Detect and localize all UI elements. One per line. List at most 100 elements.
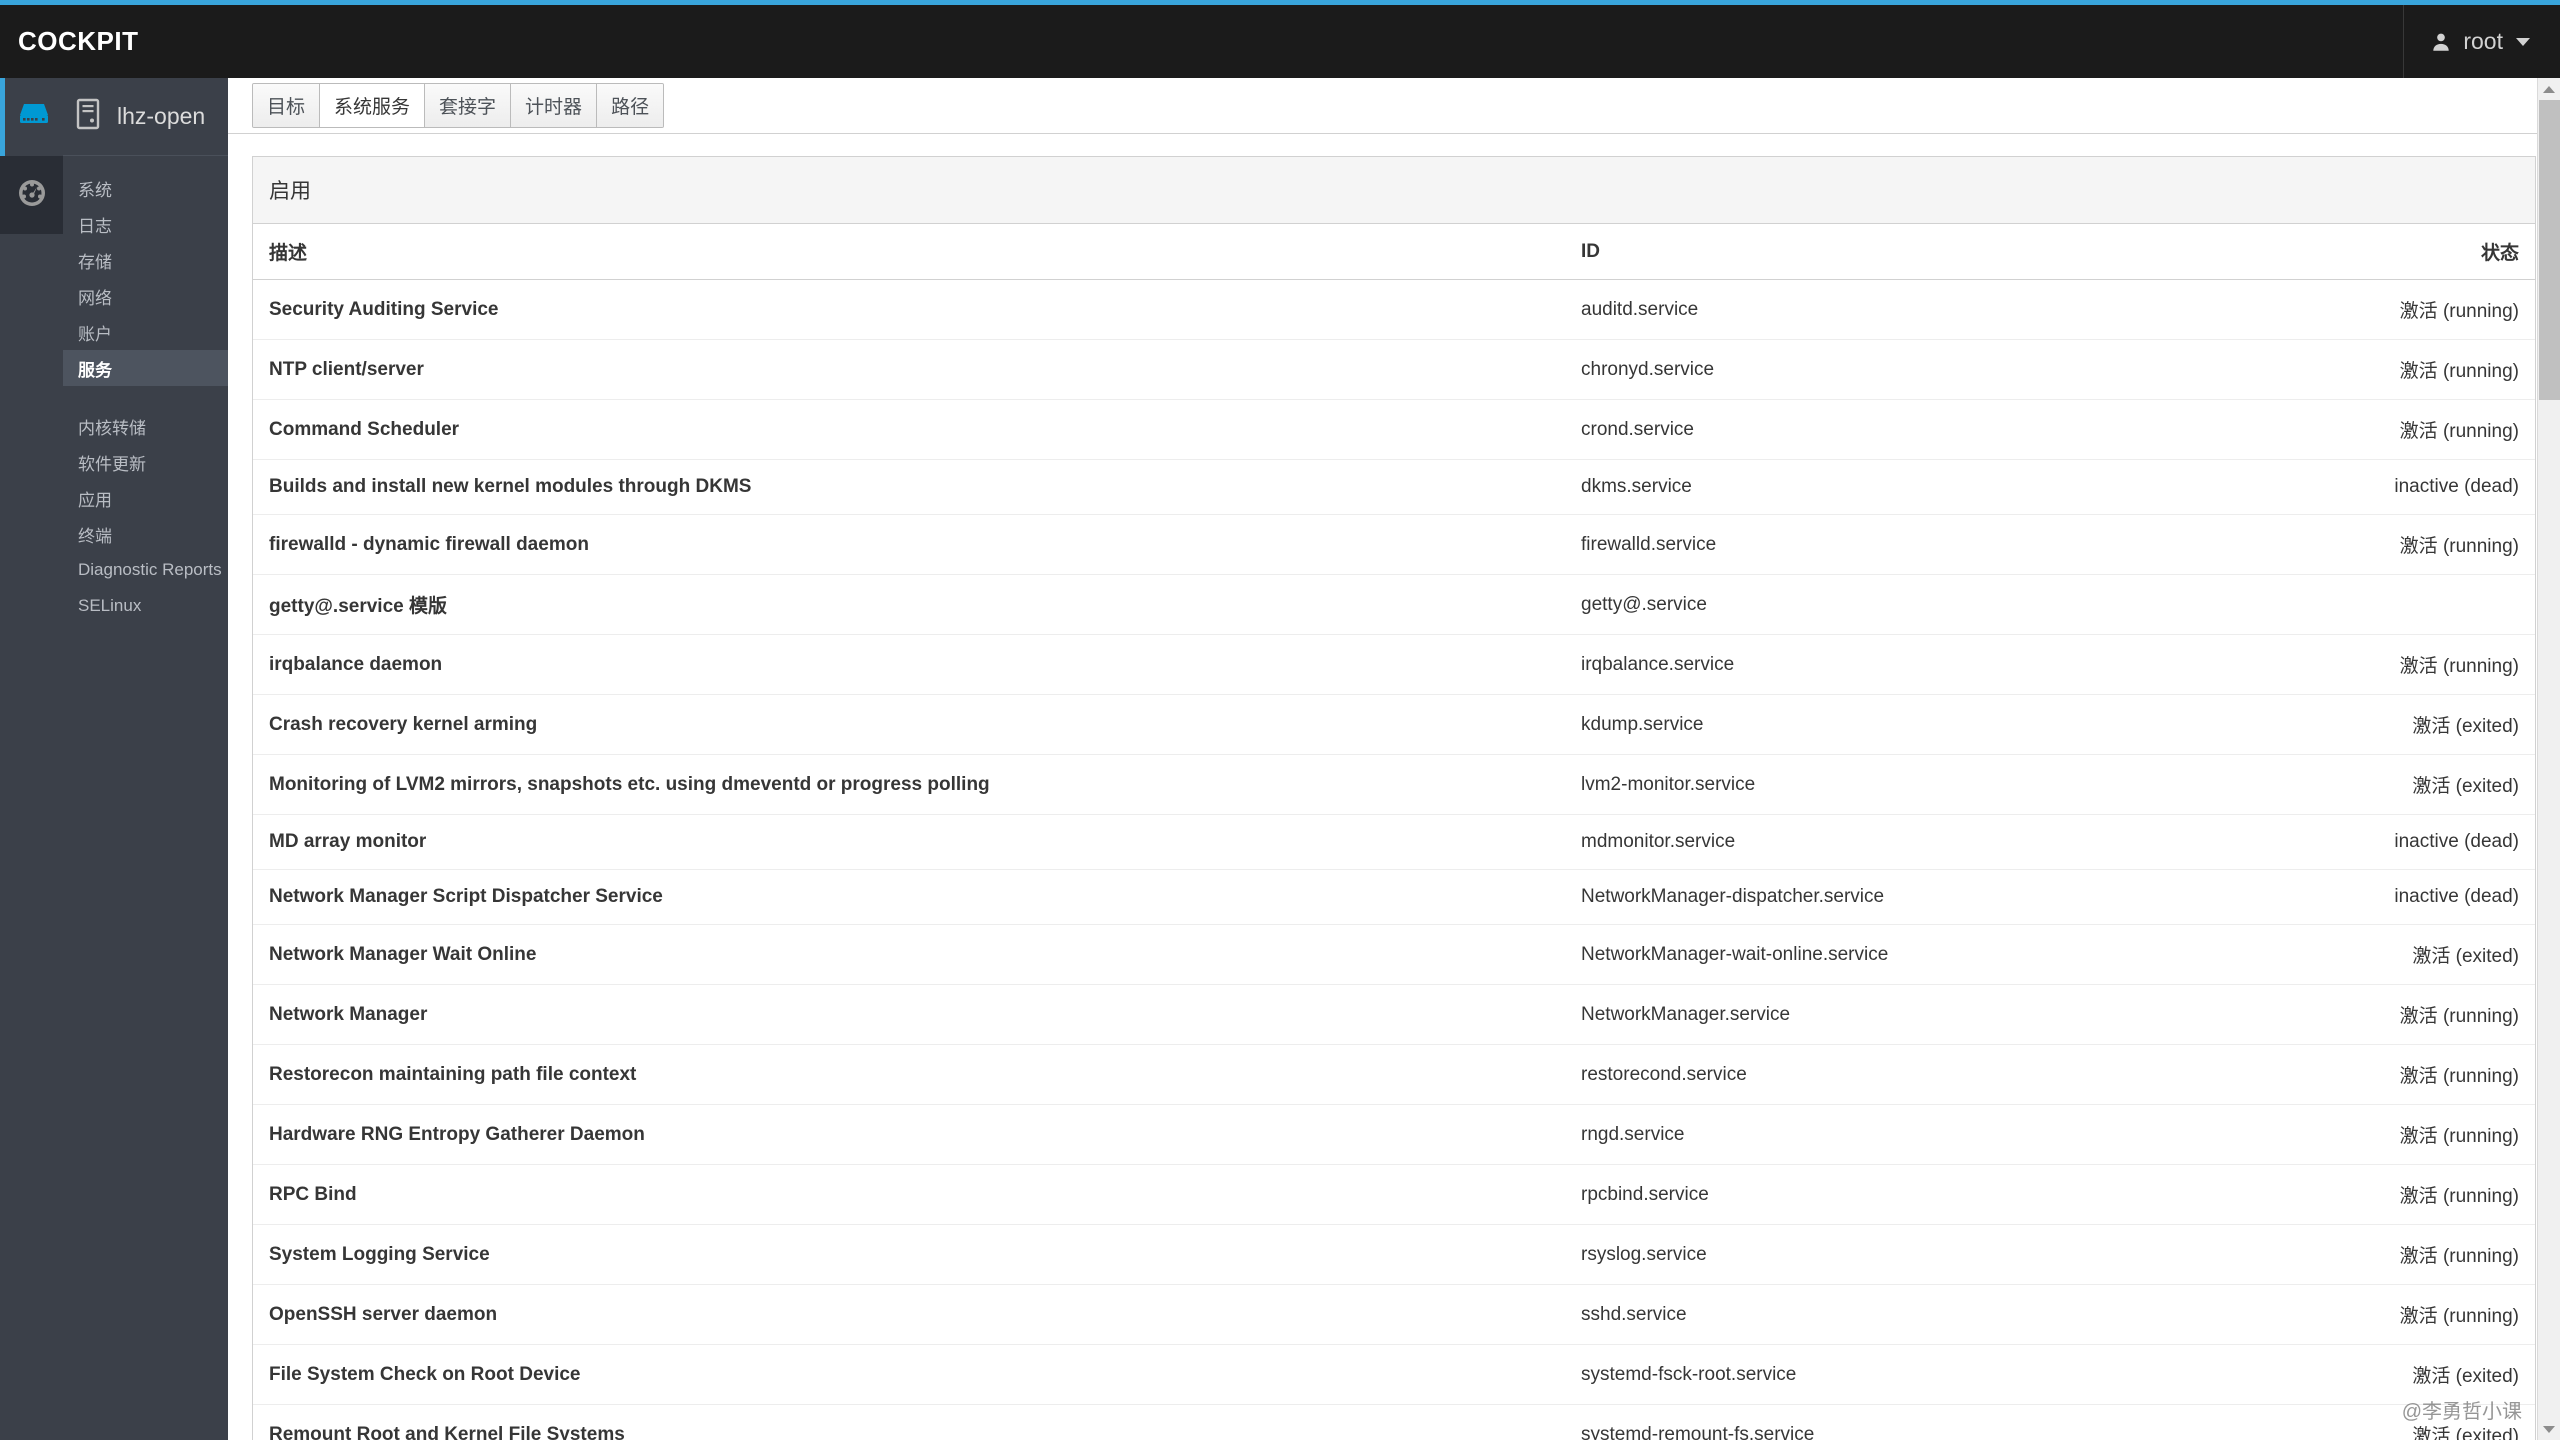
column-header-state[interactable]: 状态	[2205, 224, 2535, 280]
sidebar-item-11[interactable]: SELinux	[63, 588, 228, 624]
cell-description: File System Check on Root Device	[253, 1344, 1565, 1405]
table-row[interactable]: Network Manager Wait Online NetworkManage…	[253, 924, 2535, 985]
table-row[interactable]: RPC Bind rpcbind.service 激活 (running)	[253, 1164, 2535, 1225]
sidebar-item-8[interactable]: 应用	[63, 480, 228, 516]
services-scroll-area[interactable]: 启用 描述 ID 状态 Security Auditing Service aud…	[228, 134, 2560, 1440]
cell-description: Network Manager Script Dispatcher Servic…	[253, 869, 1565, 925]
cell-id: sshd.service	[1565, 1284, 2205, 1345]
body-area: lhz-open 系统 日志 存储 网络 账户 服务内核转储 软件更新 应用 终端 Diagnos…	[0, 78, 2560, 1440]
table-row[interactable]: NTP client/server chronyd.service 激活 (runn…	[253, 339, 2535, 400]
table-row[interactable]: System Logging Service rsyslog.service 激活 …	[253, 1224, 2535, 1285]
cell-description: Monitoring of LVM2 mirrors, snapshots et…	[253, 754, 1565, 815]
table-row[interactable]: Builds and install new kernel modules th…	[253, 459, 2535, 515]
cell-id: mdmonitor.service	[1565, 814, 2205, 870]
cell-description: Security Auditing Service	[253, 279, 1565, 340]
cell-state: 激活 (running)	[2205, 634, 2535, 695]
rail-item-host-switcher[interactable]	[0, 78, 63, 156]
cell-id: NetworkManager-wait-online.service	[1565, 924, 2205, 985]
cell-description: Restorecon maintaining path file context	[253, 1044, 1565, 1105]
table-row[interactable]: Remount Root and Kernel File Systems syst…	[253, 1404, 2535, 1440]
main-content: 目标 系统服务 套接字 计时器 路径 启用 描述 ID 状态 Security Aud	[228, 78, 2560, 1440]
cell-description: Hardware RNG Entropy Gatherer Daemon	[253, 1104, 1565, 1165]
column-header-description[interactable]: 描述	[253, 224, 1565, 280]
tab-3[interactable]: 计时器	[511, 84, 598, 127]
icon-rail	[0, 78, 63, 1440]
cell-state: 激活 (running)	[2205, 1104, 2535, 1165]
cell-id: systemd-remount-fs.service	[1565, 1404, 2205, 1440]
cell-id: rngd.service	[1565, 1104, 2205, 1165]
cell-description: firewalld - dynamic firewall daemon	[253, 514, 1565, 575]
dashboard-gauge-icon	[16, 177, 48, 214]
cell-state: 激活 (running)	[2205, 339, 2535, 400]
tab-4[interactable]: 路径	[597, 84, 664, 127]
table-header-row: 描述 ID 状态	[253, 224, 2535, 280]
vertical-scrollbar[interactable]	[2537, 78, 2560, 1440]
cell-state: 激活 (exited)	[2205, 924, 2535, 985]
column-header-id[interactable]: ID	[1565, 224, 2205, 280]
cell-description: RPC Bind	[253, 1164, 1565, 1225]
tab-2[interactable]: 套接字	[425, 84, 512, 127]
cell-id: NetworkManager-dispatcher.service	[1565, 869, 2205, 925]
sidebar-item-3[interactable]: 网络	[63, 278, 228, 314]
table-row[interactable]: OpenSSH server daemon sshd.service 激活 (run…	[253, 1284, 2535, 1345]
cell-description: NTP client/server	[253, 339, 1565, 400]
sidebar-item-7[interactable]: 软件更新	[63, 444, 228, 480]
sidebar-item-10[interactable]: Diagnostic Reports	[63, 552, 228, 588]
enabled-services-panel: 启用 描述 ID 状态 Security Auditing Service aud…	[252, 156, 2536, 1440]
services-tabbar: 目标 系统服务 套接字 计时器 路径	[228, 78, 2560, 134]
cell-id: kdump.service	[1565, 694, 2205, 755]
cell-description: getty@.service 模版	[253, 574, 1565, 635]
tab-1[interactable]: 系统服务	[320, 84, 426, 127]
cell-description: Network Manager	[253, 984, 1565, 1045]
cell-state: 激活 (exited)	[2205, 1344, 2535, 1405]
cell-id: rpcbind.service	[1565, 1164, 2205, 1225]
user-icon	[2430, 31, 2452, 53]
server-tower-icon	[75, 98, 101, 135]
sidebar-item-1[interactable]: 日志	[63, 206, 228, 242]
cell-description: Command Scheduler	[253, 399, 1565, 460]
table-row[interactable]: firewalld - dynamic firewall daemon firew…	[253, 514, 2535, 575]
tab-0[interactable]: 目标	[253, 84, 321, 127]
host-selector[interactable]: lhz-open	[63, 78, 228, 156]
cell-state	[2205, 574, 2535, 635]
table-row[interactable]: Network Manager NetworkManager.service 激活 …	[253, 984, 2535, 1045]
cell-state: 激活 (running)	[2205, 1164, 2535, 1225]
cell-state: inactive (dead)	[2205, 459, 2535, 515]
table-row[interactable]: irqbalance daemon irqbalance.service 激活 (r…	[253, 634, 2535, 695]
user-menu-button[interactable]: root	[2403, 5, 2560, 78]
chevron-down-icon	[2516, 37, 2530, 46]
scrollbar-thumb[interactable]	[2539, 100, 2560, 400]
sidebar-item-6[interactable]: 内核转储	[63, 408, 228, 444]
cell-id: chronyd.service	[1565, 339, 2205, 400]
table-row[interactable]: getty@.service 模版 getty@.service	[253, 574, 2535, 635]
table-row[interactable]: File System Check on Root Device systemd-…	[253, 1344, 2535, 1405]
cell-id: rsyslog.service	[1565, 1224, 2205, 1285]
cell-id: dkms.service	[1565, 459, 2205, 515]
sidebar-item-5[interactable]: 服务	[63, 350, 228, 386]
table-row[interactable]: Monitoring of LVM2 mirrors, snapshots et…	[253, 754, 2535, 815]
cell-id: crond.service	[1565, 399, 2205, 460]
brand-logo: COCKPIT	[18, 26, 139, 56]
chevron-up-icon	[2543, 85, 2555, 93]
sidebar-navigation: lhz-open 系统 日志 存储 网络 账户 服务内核转储 软件更新 应用 终端 Diagnos…	[63, 78, 228, 1440]
table-row[interactable]: Command Scheduler crond.service 激活 (runnin…	[253, 399, 2535, 460]
user-menu-label: root	[2463, 28, 2503, 54]
chevron-down-icon	[2543, 1425, 2555, 1433]
sidebar-item-9[interactable]: 终端	[63, 516, 228, 552]
tab-group: 目标 系统服务 套接字 计时器 路径	[252, 83, 665, 128]
sidebar-item-2[interactable]: 存储	[63, 242, 228, 278]
table-row[interactable]: MD array monitor mdmonitor.service inactiv…	[253, 814, 2535, 870]
sidebar-item-0[interactable]: 系统	[63, 170, 228, 206]
top-navigation-bar: COCKPIT root	[0, 5, 2560, 78]
rail-item-dashboard[interactable]	[0, 156, 63, 234]
table-row[interactable]: Hardware RNG Entropy Gatherer Daemon rngd…	[253, 1104, 2535, 1165]
cell-state: 激活 (running)	[2205, 399, 2535, 460]
cell-state: 激活 (running)	[2205, 279, 2535, 340]
table-row[interactable]: Crash recovery kernel arming kdump.servic…	[253, 694, 2535, 755]
sidebar-item-4[interactable]: 账户	[63, 314, 228, 350]
table-row[interactable]: Network Manager Script Dispatcher Servic…	[253, 869, 2535, 925]
table-row[interactable]: Security Auditing Service auditd.service 激…	[253, 279, 2535, 340]
scroll-up-button[interactable]	[2538, 78, 2560, 100]
table-row[interactable]: Restorecon maintaining path file context…	[253, 1044, 2535, 1105]
scroll-down-button[interactable]	[2538, 1418, 2560, 1440]
